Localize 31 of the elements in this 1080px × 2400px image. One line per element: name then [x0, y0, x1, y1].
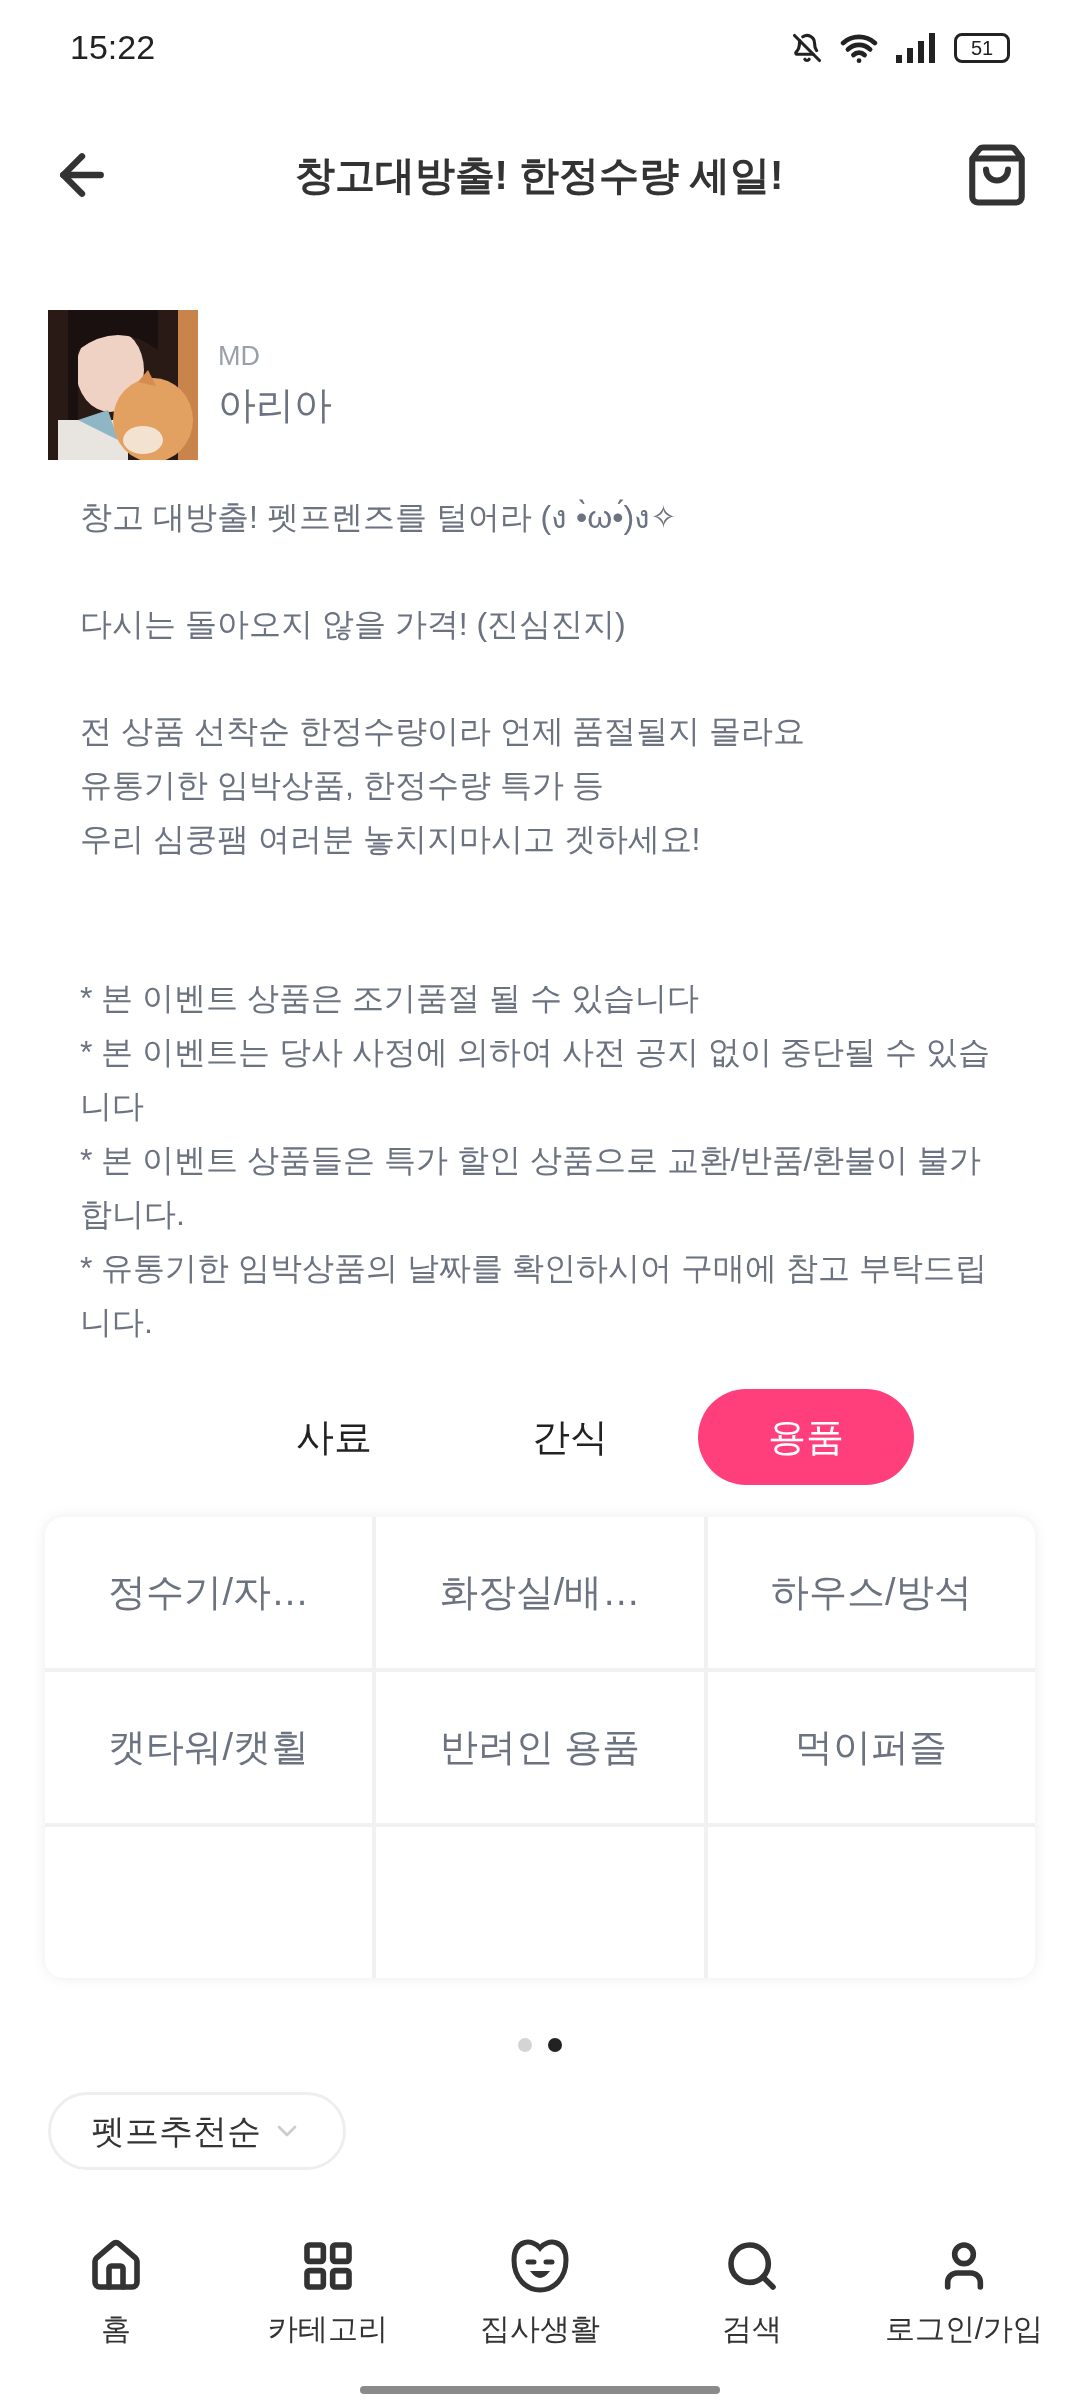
bell-off-icon — [792, 32, 822, 63]
category-item[interactable]: 정수기/자… — [45, 1517, 373, 1668]
nav-tab[interactable]: 로그인/가입 — [864, 2238, 1064, 2351]
sort-dropdown[interactable]: 펫프추천순 — [48, 2092, 346, 2170]
nav-tab[interactable]: 카테고리 — [228, 2238, 428, 2351]
description-text: * 본 이벤트 상품들은 특가 할인 상품으로 교환/반품/환불이 불가합니다. — [80, 1141, 983, 1234]
nav-tab[interactable]: 홈 — [16, 2238, 216, 2351]
description-text: * 유통기한 임박상품의 날짜를 확인하시어 구매에 참고 부탁드립니다. — [80, 1249, 988, 1342]
author-role: MD — [218, 340, 261, 374]
category-item[interactable]: 먹이퍼즐 — [707, 1672, 1035, 1823]
category-item[interactable]: 하우스/방석 — [707, 1517, 1035, 1668]
battery-indicator: 51 — [954, 32, 1010, 63]
nav-tab[interactable]: 검색 — [652, 2238, 852, 2351]
description-text: 전 상품 선착순 한정수량이라 언제 품절될지 몰라요 — [80, 712, 807, 751]
signal-icon — [896, 32, 936, 63]
description-text: * 본 이벤트는 당사 사정에 의하여 사전 공지 없이 중단될 수 있습니다 — [80, 1033, 992, 1126]
smiling-face-icon — [510, 2238, 570, 2294]
nav-tab[interactable]: 집사생활 — [440, 2238, 640, 2351]
author-name: 아리아 — [218, 382, 332, 428]
status-time: 15:22 — [70, 27, 156, 68]
description-text: 유통기한 임박상품, 한정수량 특가 등 — [80, 766, 606, 805]
category-tab[interactable]: 사료 — [226, 1389, 442, 1485]
category-item[interactable]: 캣타워/캣휠 — [45, 1672, 373, 1823]
category-tab[interactable]: 간식 — [462, 1389, 678, 1485]
category-item[interactable]: 반려인 용품 — [376, 1672, 704, 1823]
category-item[interactable]: 화장실/배… — [376, 1517, 704, 1668]
description-text: * 본 이벤트 상품은 조기품절 될 수 있습니다 — [80, 979, 700, 1018]
page-title: 창고대방출! 한정수량 세일! — [294, 152, 784, 199]
description-text: 다시는 돌아오지 않을 가격! (진심진지) — [80, 605, 627, 644]
description-text: 창고 대방출! 펫프렌즈를 털어라 (ง •̀ω•́)ง✧ — [80, 498, 679, 537]
description-text: 우리 심쿵팸 여러분 놓치지마시고 겟하세요! — [80, 820, 702, 859]
